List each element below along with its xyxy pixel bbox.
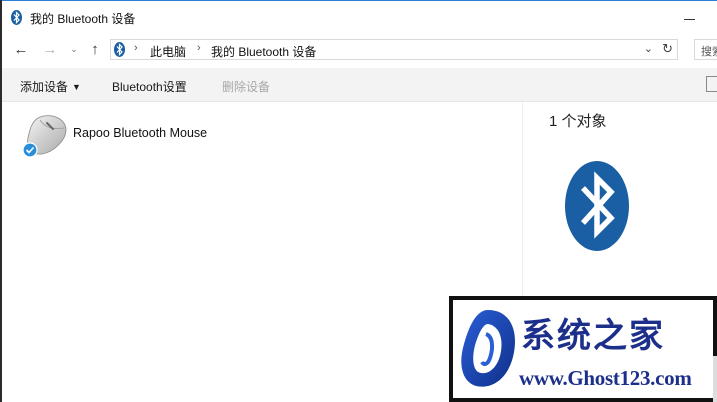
- forward-button[interactable]: →: [40, 39, 60, 59]
- arrow-right-icon: →: [42, 40, 58, 58]
- breadcrumb-separator[interactable]: ›: [134, 42, 138, 54]
- arrow-up-icon: ↑: [91, 40, 99, 58]
- address-bar[interactable]: › 此电脑 › 我的 Bluetooth 设备 ⌄ ↻: [110, 39, 678, 60]
- add-device-button[interactable]: 添加设备 ▼: [20, 78, 81, 95]
- add-device-label: 添加设备: [20, 80, 69, 94]
- window-title: 我的 Bluetooth 设备: [30, 12, 136, 26]
- chevron-down-icon[interactable]: ⌄: [644, 42, 653, 55]
- bluetooth-icon: [565, 161, 629, 251]
- logo-icon: [461, 310, 515, 387]
- check-badge-icon: [22, 142, 38, 158]
- command-bar: 添加设备 ▼ Bluetooth设置 删除设备: [2, 68, 717, 102]
- arrow-left-icon: ←: [13, 40, 29, 58]
- title-bar[interactable]: 我的 Bluetooth 设备: [2, 1, 717, 33]
- device-label: Rapoo Bluetooth Mouse: [73, 126, 208, 140]
- watermark-title: 系统之家: [521, 316, 665, 356]
- chevron-down-icon: ⌄: [70, 43, 78, 54]
- breadcrumb-this-pc[interactable]: 此电脑: [150, 43, 186, 60]
- refresh-icon[interactable]: ↻: [662, 41, 673, 57]
- watermark-url: www.Ghost123.com: [519, 366, 692, 390]
- view-pane-icon[interactable]: [706, 76, 717, 92]
- minimize-button[interactable]: [684, 19, 695, 20]
- bluetooth-settings-button[interactable]: Bluetooth设置: [112, 78, 187, 95]
- caret-down-icon: ▼: [72, 82, 81, 92]
- search-placeholder: 搜索: [701, 46, 717, 58]
- list-item[interactable]: Rapoo Bluetooth Mouse: [20, 112, 260, 162]
- watermark: 系统之家 www.Ghost123.com: [449, 296, 717, 402]
- remove-device-button[interactable]: 删除设备: [222, 78, 270, 95]
- bluetooth-icon: [114, 42, 125, 57]
- search-input[interactable]: 搜索: [694, 39, 717, 60]
- recent-locations-button[interactable]: ⌄: [64, 39, 84, 59]
- bluetooth-icon: [11, 10, 22, 25]
- file-list: Rapoo Bluetooth Mouse: [2, 102, 522, 402]
- mouse-icon: [22, 115, 67, 158]
- breadcrumb-bluetooth-devices[interactable]: 我的 Bluetooth 设备: [211, 43, 316, 60]
- breadcrumb-separator[interactable]: ›: [197, 42, 201, 54]
- navigation-bar: ← → ⌄ ↑ › 此电脑 › 我的 Bluetooth 设备 ⌄ ↻ 搜索: [2, 37, 717, 63]
- watermark-panel: 系统之家 www.Ghost123.com: [453, 300, 713, 398]
- item-count: 1 个对象: [549, 113, 607, 130]
- watermark-edge: [713, 356, 717, 402]
- up-button[interactable]: ↑: [85, 39, 105, 59]
- back-button[interactable]: ←: [11, 39, 31, 59]
